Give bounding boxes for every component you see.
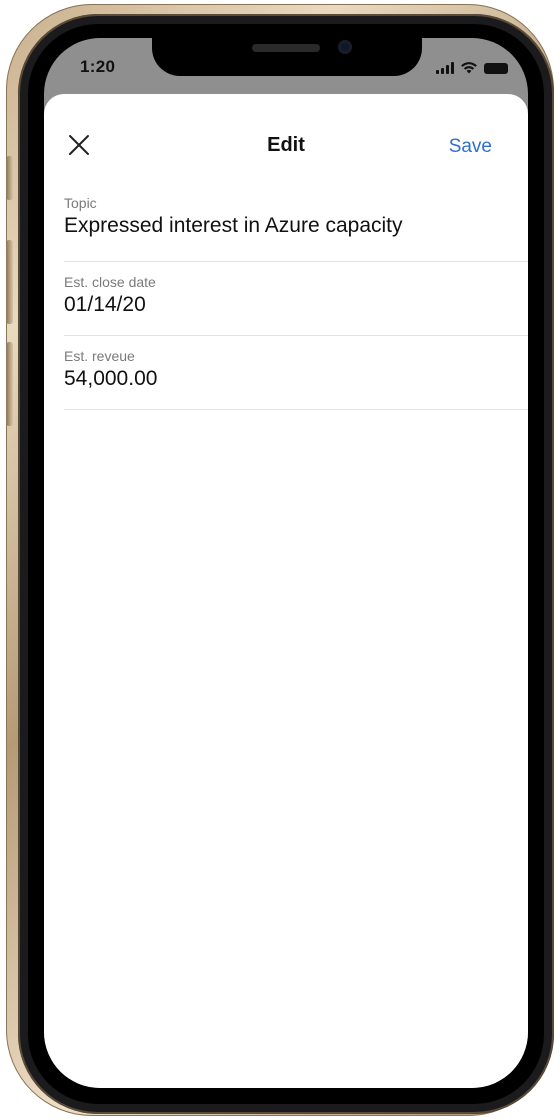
notch <box>152 38 422 76</box>
cellular-signal-icon <box>436 62 454 74</box>
nav-bar: Edit Save <box>44 94 528 174</box>
status-time: 1:20 <box>80 57 116 76</box>
battery-icon <box>484 63 508 74</box>
status-icons <box>436 60 508 74</box>
close-date-label: Est. close date <box>64 274 156 290</box>
save-button[interactable]: Save <box>449 136 492 158</box>
front-camera <box>338 40 352 54</box>
topic-field[interactable]: Topic Expressed interest in Azure capaci… <box>64 188 528 262</box>
mute-switch <box>6 156 13 200</box>
close-date-value[interactable]: 01/14/20 <box>64 293 146 317</box>
close-date-field[interactable]: Est. close date 01/14/20 <box>64 262 528 336</box>
wifi-icon <box>461 62 477 74</box>
phone-screen: 1:20 Edit Save Topic Expressed interest … <box>44 38 528 1088</box>
revenue-label: Est. reveue <box>64 348 135 364</box>
status-bar: 1:20 <box>44 38 528 98</box>
volume-up-button <box>6 240 13 324</box>
volume-down-button <box>6 342 13 426</box>
revenue-field[interactable]: Est. reveue 54,000.00 <box>64 336 528 410</box>
device-mockup: 1:20 Edit Save Topic Expressed interest … <box>0 0 560 1120</box>
edit-sheet: Edit Save Topic Expressed interest in Az… <box>44 94 528 1088</box>
topic-label: Topic <box>64 195 97 211</box>
speaker-grille <box>252 44 320 52</box>
form-fields: Topic Expressed interest in Azure capaci… <box>64 188 528 410</box>
topic-value[interactable]: Expressed interest in Azure capacity <box>64 214 403 238</box>
revenue-value[interactable]: 54,000.00 <box>64 367 157 391</box>
